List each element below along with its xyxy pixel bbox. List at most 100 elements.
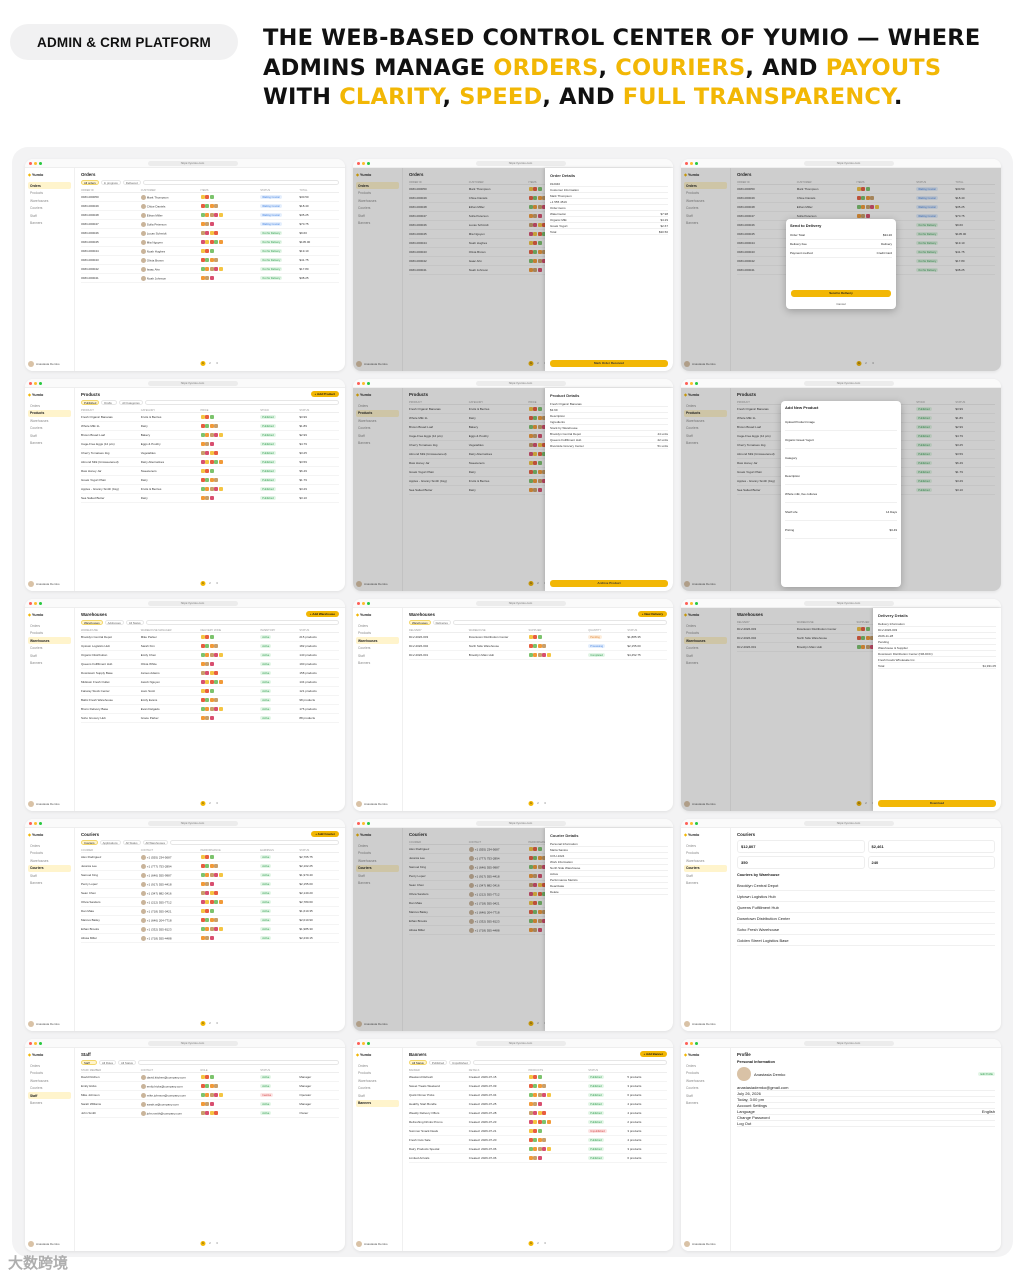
list-item[interactable]: Golden Street Logistics Base [737,935,995,946]
sidebar-item-couriers[interactable]: Couriers [28,205,71,212]
page-button[interactable]: 3 [215,581,220,586]
window-control-icon[interactable] [685,161,688,165]
page-button[interactable]: 2 [208,581,213,586]
window-control-icon[interactable] [690,1041,693,1045]
sidebar-item-orders[interactable]: Orders [356,1062,399,1069]
user-chip[interactable]: Anastasia Demko [684,1241,727,1247]
table-row[interactable]: Sea Salted Butter Dairy Published $3.10 [81,494,339,503]
table-row[interactable]: Fresh Cuts Sale Created: 2026-07-20 Publis… [409,1136,667,1145]
window-control-icon[interactable] [29,381,32,385]
profile-line[interactable]: Log Out [737,1121,995,1127]
sidebar-item-couriers[interactable]: Couriers [684,864,727,872]
window-control-icon[interactable] [685,381,688,385]
sidebar-item-products[interactable]: Products [28,409,71,417]
sidebar-item-staff[interactable]: Staff [28,432,71,439]
sidebar-item-warehouses[interactable]: Warehouses [28,857,71,864]
window-control-icon[interactable] [367,821,370,825]
window-control-icon[interactable] [29,821,32,825]
table-row[interactable]: Soho Grocery Hub Grace Parker Active 88 pro… [81,714,339,723]
filter-chip[interactable]: Warehouses [81,620,103,625]
sidebar-item-staff[interactable]: Staff [684,1092,727,1099]
window-control-icon[interactable] [34,381,37,385]
table-row[interactable]: Mike Johnson mike.johnson@company.com Inac… [81,1091,339,1100]
page-button[interactable]: 1 [528,1241,534,1246]
table-row[interactable]: Dairy Products Special Created: 2026-07-0… [409,1145,667,1154]
sidebar-item-staff[interactable]: Staff [28,872,71,879]
window-control-icon[interactable] [29,1041,32,1045]
page-button[interactable]: 1 [528,801,534,806]
sidebar-item-staff[interactable]: Staff [684,872,727,879]
sidebar-item-warehouses[interactable]: Warehouses [356,637,399,644]
table-row[interactable]: Midtown Fresh Outlet Jacob Nguyen Active 13… [81,678,339,687]
page-button[interactable]: 1 [200,1241,206,1246]
sidebar-item-couriers[interactable]: Couriers [356,1085,399,1092]
sidebar-item-banners[interactable]: Banners [684,1100,727,1107]
address-bar[interactable]: https://yumio.com [147,1040,238,1046]
panel-action-button[interactable]: Download [878,800,996,807]
filter-chip[interactable]: All Status [118,1060,136,1065]
filter-chip[interactable]: Unpublished [449,1060,471,1065]
page-button[interactable]: 1 [200,581,206,586]
sidebar-item-couriers[interactable]: Couriers [684,1085,727,1092]
user-chip[interactable]: Anastasia Demko [28,581,71,587]
filter-chip[interactable]: In progress [100,180,121,185]
window-control-icon[interactable] [695,601,698,605]
table-row[interactable]: ORD-000048 Ethan Miller Waiting Courier $35… [81,211,339,220]
address-bar[interactable]: https://yumio.com [803,820,894,826]
table-row[interactable]: ORD-000045 Mia Nguyen Out for Delivery $105… [81,238,339,247]
address-bar[interactable]: https://yumio.com [475,600,566,606]
table-row[interactable]: Sweet Treats Weekend Created: 2026-07-09 P… [409,1082,667,1091]
table-row[interactable]: Summer Snack Deals Created: 2026-07-21 Unp… [409,1127,667,1136]
sidebar-item-banners[interactable]: Banners [356,1099,399,1107]
search-input[interactable] [137,1060,339,1065]
filter-chip[interactable]: Deliveries [432,620,451,625]
filter-chip[interactable]: All Roles [99,1060,117,1065]
window-control-icon[interactable] [695,1041,698,1045]
table-row[interactable]: Samuel King +1 (646) 555-9987 Active $1,970… [81,871,339,880]
window-control-icon[interactable] [690,381,693,385]
user-chip[interactable]: Anastasia Demko [356,1241,399,1247]
sidebar-item-orders[interactable]: Orders [684,842,727,849]
table-row[interactable]: Almond Milk (Unsweetened) Dairy Alternati… [81,458,339,467]
modal-confirm-button[interactable]: Send to Delivery [791,290,891,297]
sidebar-item-staff[interactable]: Staff [28,212,71,219]
window-control-icon[interactable] [357,381,360,385]
table-row[interactable]: Whole Milk 1L Dairy Published $1.89 [81,422,339,431]
window-control-icon[interactable] [362,601,365,605]
primary-action-button[interactable]: + Add Warehouse [305,611,339,617]
table-row[interactable]: ORD-000042 Isaac Ahn Out for Delivery $17.8… [81,265,339,274]
table-row[interactable]: ORD-000050 Mark Thompson Waiting Courier $3… [81,193,339,202]
table-row[interactable]: Jessica Lee +1 (777) 753-2894 Active $2,102… [81,862,339,871]
table-row[interactable]: Fresh Organic Bananas Fruits & Berries Pub… [81,413,339,422]
sidebar-item-warehouses[interactable]: Warehouses [684,857,727,864]
sidebar-item-warehouses[interactable]: Warehouses [28,417,71,424]
window-control-icon[interactable] [29,161,32,165]
page-button[interactable]: 1 [200,361,206,366]
table-row[interactable]: DLV-2026-003 Downtown Distribution Center… [409,633,667,642]
sidebar-item-products[interactable]: Products [28,850,71,857]
window-control-icon[interactable] [685,601,688,605]
primary-action-button[interactable]: + Add Courier [311,831,339,837]
sidebar-item-staff[interactable]: Staff [28,652,71,659]
sidebar-item-products[interactable]: Products [28,630,71,637]
table-row[interactable]: ORD-000047 Sofia Peterson Waiting Courier $… [81,220,339,229]
page-button[interactable]: 3 [543,1241,548,1246]
list-item[interactable]: Queens Fulfillment Hub [737,902,995,913]
window-control-icon[interactable] [357,1041,360,1045]
sidebar-item-orders[interactable]: Orders [28,1062,71,1069]
sidebar-item-orders[interactable]: Orders [28,842,71,849]
filter-chip[interactable]: All Status [409,1060,427,1065]
filter-chip[interactable]: All Status [122,840,141,845]
table-row[interactable]: ORD-000041 Noah Johnson Out for Delivery $3… [81,274,339,283]
address-bar[interactable]: https://yumio.com [475,820,566,826]
list-item[interactable]: Soho Fresh Warehouse [737,924,995,935]
window-control-icon[interactable] [29,601,32,605]
sidebar-item-orders[interactable]: Orders [28,402,71,409]
sidebar-item-couriers[interactable]: Couriers [28,425,71,432]
table-row[interactable]: Raw Honey Jar Sweeteners Published $6.49 [81,467,339,476]
table-row[interactable]: Olivia Sanders +1 (212) 555-7712 Active $2,… [81,898,339,907]
sidebar-item-orders[interactable]: Orders [28,182,71,189]
table-row[interactable]: Greek Yogurt Plain Dairy Published $1.79 [81,476,339,485]
window-control-icon[interactable] [367,601,370,605]
sidebar-item-orders[interactable]: Orders [28,622,71,629]
